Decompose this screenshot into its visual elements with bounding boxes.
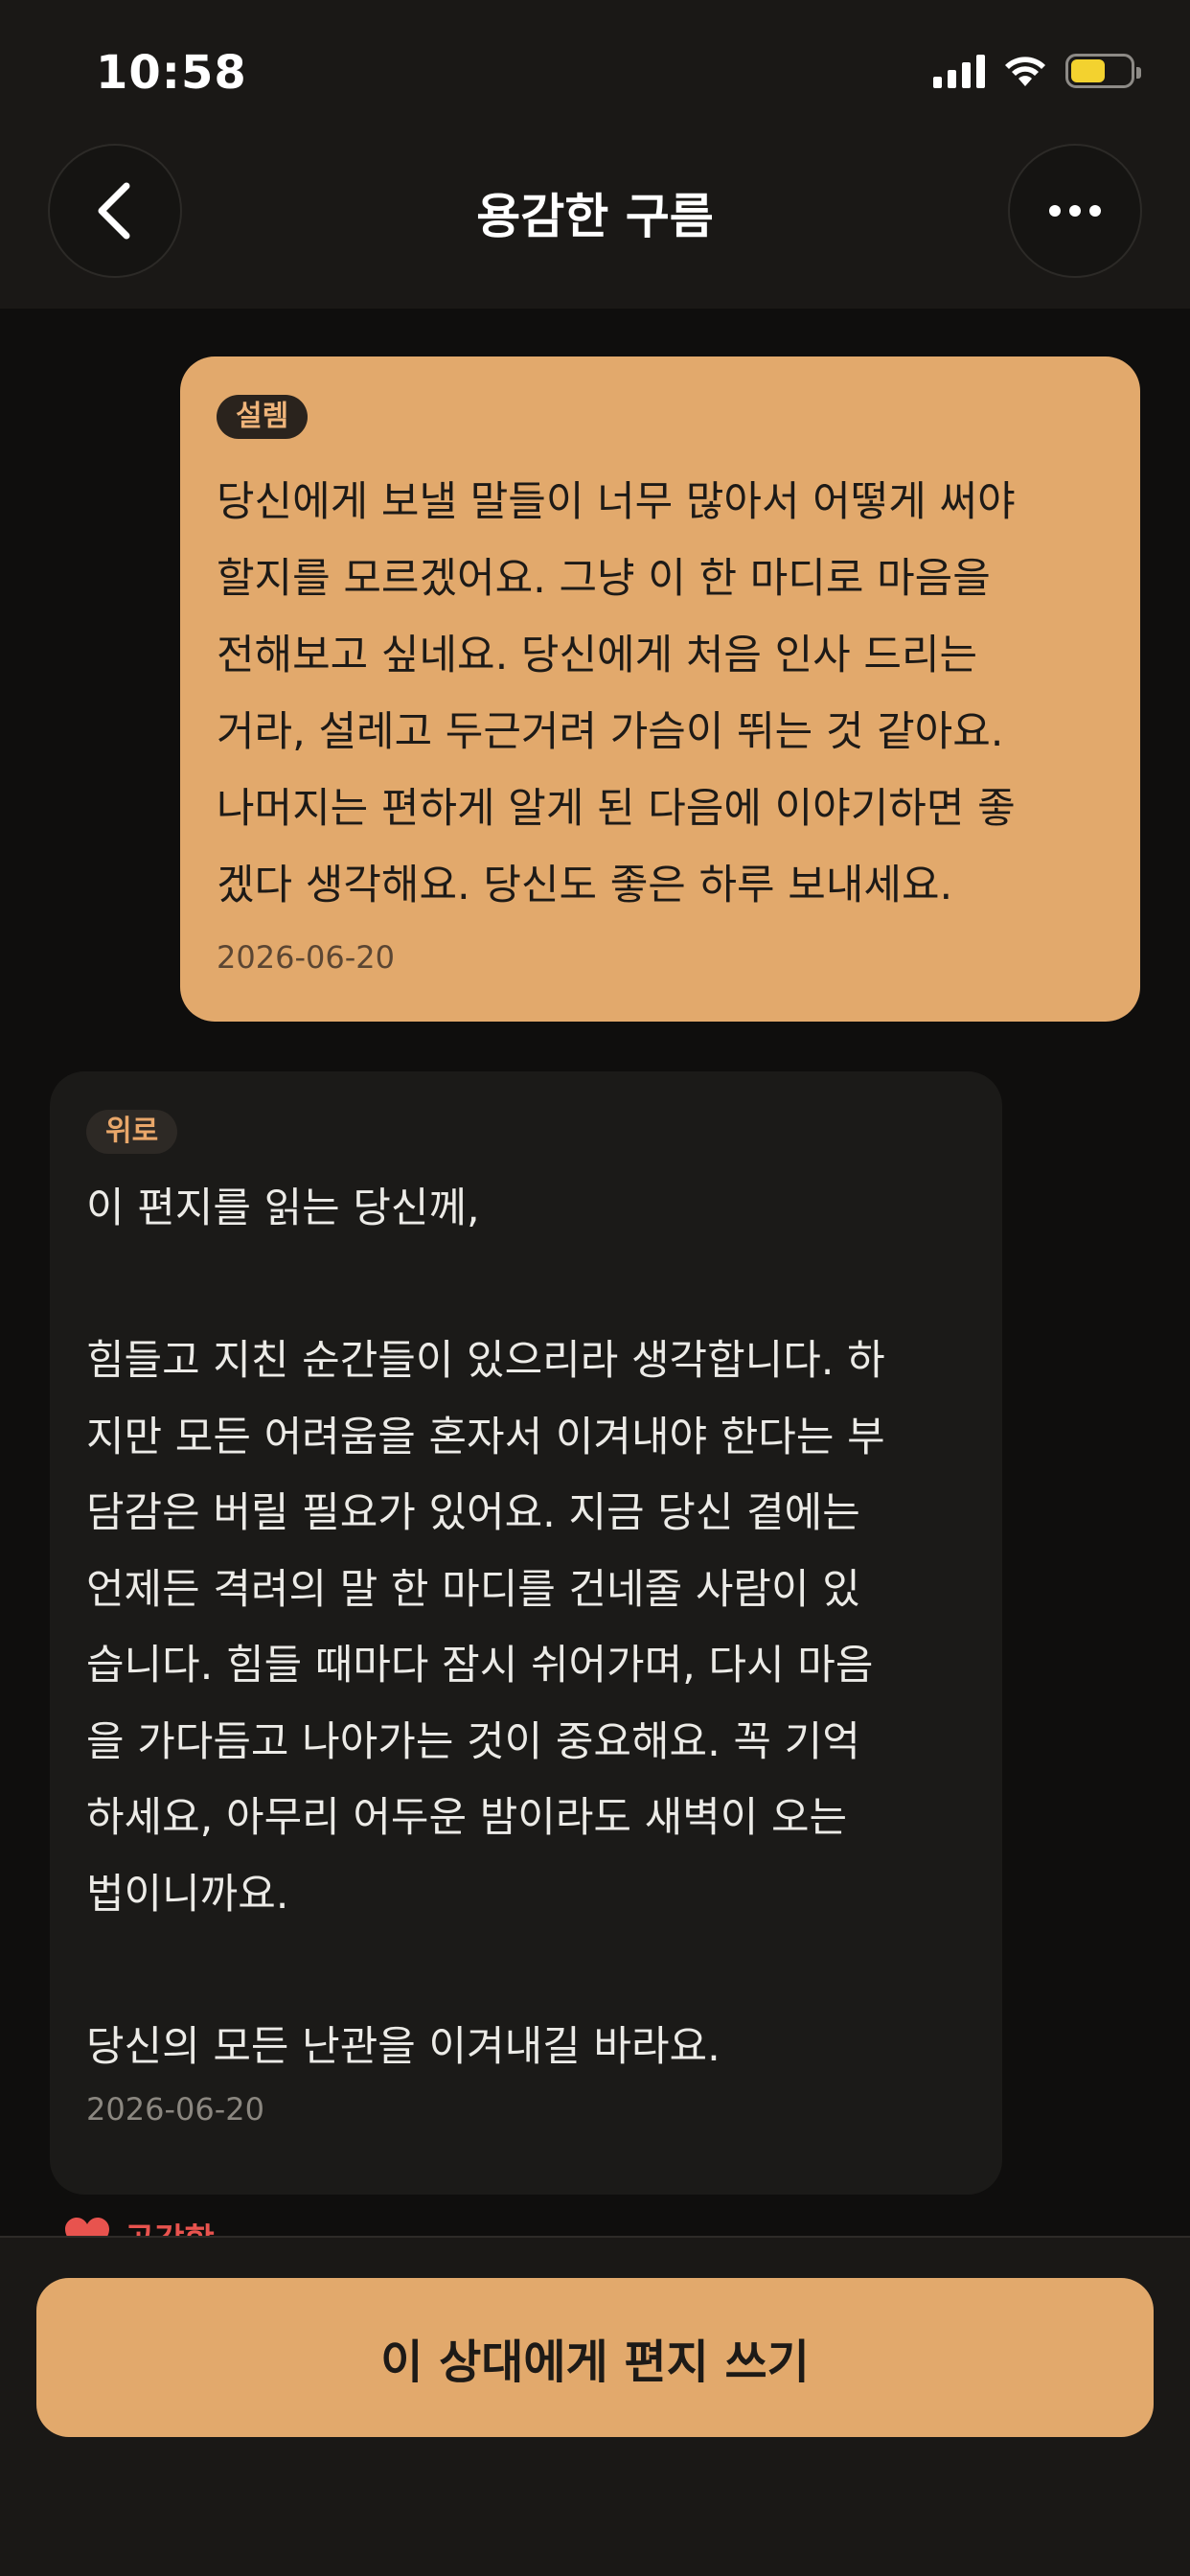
more-options-button[interactable]	[1008, 144, 1142, 278]
cellular-signal-icon	[933, 54, 985, 88]
emotion-tag: 설렘	[217, 395, 309, 439]
top-bar: 10:58 용감한 구름	[0, 0, 1190, 309]
bottom-action-bar: 이 상대에게 편지 쓰기	[0, 2236, 1190, 2576]
status-icons	[933, 54, 1141, 88]
letter-thread-screen: 10:58 용감한 구름 설렘 당신에게 보낼 말들이 너무 많아서 어떻게 써…	[0, 0, 1190, 2576]
sent-letter-card: 설렘 당신에게 보낼 말들이 너무 많아서 어떻게 써야 할지를 모르겠어요. …	[180, 356, 1140, 1022]
letter-date: 2026-06-20	[86, 2091, 264, 2128]
wifi-icon	[1005, 57, 1045, 86]
letter-body: 이 편지를 읽는 당신께, 힘들고 지친 순간들이 있으리라 생각합니다. 하 …	[86, 1184, 885, 2071]
ellipsis-icon	[1049, 205, 1101, 217]
letter-date: 2026-06-20	[217, 939, 395, 976]
battery-charging-icon	[1065, 54, 1141, 88]
received-letter-card: 위로 이 편지를 읽는 당신께, 힘들고 지친 순간들이 있으리라 생각합니다.…	[50, 1071, 1002, 2195]
status-time: 10:58	[96, 46, 247, 100]
emotion-tag: 위로	[86, 1110, 178, 1154]
letter-body: 당신에게 보낼 말들이 너무 많아서 어떻게 써야 할지를 모르겠어요. 그냥 …	[217, 478, 1016, 909]
write-letter-button[interactable]: 이 상대에게 편지 쓰기	[36, 2278, 1154, 2437]
